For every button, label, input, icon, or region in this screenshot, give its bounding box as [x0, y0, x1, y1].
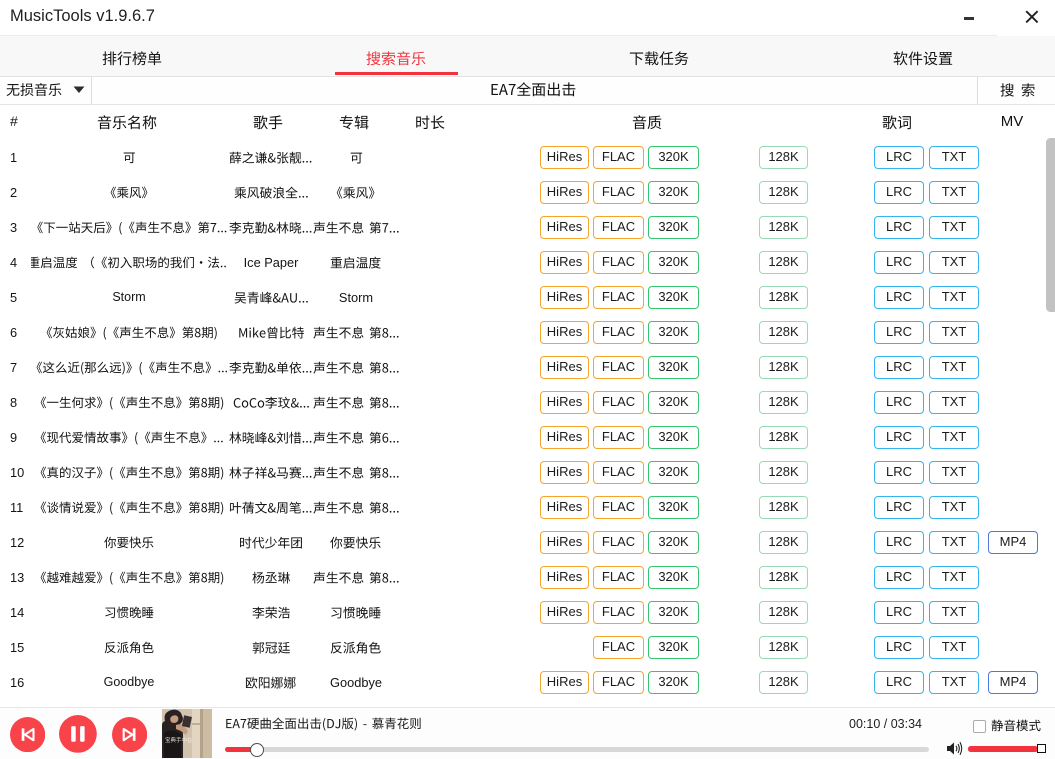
svg-text:宝典手中在: 宝典手中在	[165, 736, 193, 744]
